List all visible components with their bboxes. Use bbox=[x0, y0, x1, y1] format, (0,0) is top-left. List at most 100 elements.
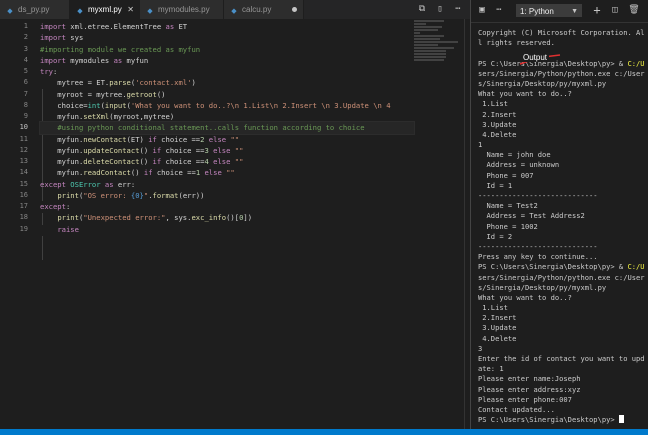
line-number: 19 bbox=[19, 224, 28, 233]
code-line-current: #using python conditional statement..cal… bbox=[39, 121, 415, 135]
terminal-line: What you want to do..? bbox=[478, 292, 572, 302]
terminal-line: PS C:\Users\Sinergia\Desktop\py> bbox=[478, 415, 648, 425]
terminal-line: 2.Insert bbox=[478, 313, 517, 323]
new-terminal-icon[interactable]: + bbox=[591, 4, 603, 16]
terminal-line: 4.Delete bbox=[478, 129, 517, 139]
terminal-panel-header: ▣ ⋯ 1: Python ▼ + ◫ 🗑 bbox=[471, 0, 648, 23]
terminal-line: Please enter name:Joseph bbox=[478, 374, 581, 384]
terminal-line: Phone = 007 bbox=[478, 170, 534, 180]
line-number: 4 bbox=[23, 55, 28, 64]
terminal-line: Id = 1 bbox=[478, 180, 513, 190]
terminal-line: Id = 2 bbox=[478, 231, 513, 241]
code-editor[interactable]: 1 2 3 4 5 6 7 8 9 10 11 12 13 14 15 16 17 18 19 import xml… bbox=[0, 19, 415, 429]
code-line: myfun.newContact(ET) if choice ==2 else … bbox=[40, 134, 240, 144]
line-number: 2 bbox=[23, 33, 28, 42]
tab-label: myxml.py bbox=[88, 5, 122, 14]
tab-ds-py[interactable]: ◆ ds_py.py bbox=[0, 0, 70, 19]
line-number: 6 bbox=[23, 78, 28, 87]
terminal-select-value: 1: Python bbox=[520, 7, 554, 16]
terminal-line: ate: 1 bbox=[478, 364, 504, 374]
panel-layout-icon[interactable]: ▣ bbox=[476, 4, 488, 16]
terminal-output[interactable]: Copyright (C) Microsoft Corporation. Al l… bbox=[478, 28, 648, 425]
code-line: import sys bbox=[40, 33, 84, 43]
terminal-line: Name = Test2 bbox=[478, 201, 538, 211]
terminal-line: Please enter address:xyz bbox=[478, 384, 581, 394]
tab-label: ds_py.py bbox=[18, 5, 50, 14]
line-number: 17 bbox=[19, 202, 28, 210]
terminal-line: s/Sinergia/Desktop/py/myxml.py bbox=[478, 78, 607, 88]
panel-more-icon[interactable]: ⋯ bbox=[493, 4, 505, 16]
terminal-line: 1.List bbox=[478, 99, 508, 109]
code-line: myfun.readContact() if choice ==1 else "… bbox=[40, 168, 235, 178]
python-file-icon: ◆ bbox=[77, 8, 83, 15]
terminal-prompt: PS C:\Users\Sinergia\Desktop\py> bbox=[478, 415, 619, 425]
code-line: print("OS error: {0}".format(err)) bbox=[57, 190, 205, 200]
split-editor-icon[interactable]: ▯ bbox=[434, 3, 446, 15]
indent-guide bbox=[42, 236, 43, 260]
terminal-line: PS C:\Users\Sinergia\Desktop\py> & C:/U bbox=[478, 262, 645, 272]
terminal-line: s/Sinergia/Desktop/py/myxml.py bbox=[478, 282, 607, 292]
terminal-line: 3 bbox=[478, 343, 483, 353]
line-number: 13 bbox=[19, 157, 28, 165]
line-number: 1 bbox=[23, 22, 28, 30]
compare-icon[interactable]: ⧉ bbox=[416, 3, 428, 15]
terminal-line: sers/Sinergia/Python/python.exe c:/User bbox=[478, 272, 645, 282]
line-number: 5 bbox=[23, 67, 28, 75]
code-line: myfun.updateContact() if choice ==3 else… bbox=[40, 145, 244, 155]
terminal-line: Please enter phone:007 bbox=[478, 394, 572, 404]
editor-actions: ⧉ ▯ ⋯ bbox=[414, 0, 470, 19]
terminal-line: Contact updated... bbox=[478, 404, 555, 414]
code-line: print("Unexpected error:", sys.exc_info(… bbox=[57, 213, 253, 223]
tab-calcu-py[interactable]: ◆ calcu.py bbox=[224, 0, 304, 19]
code-line: import mymodules as myfun bbox=[40, 55, 149, 65]
line-number-gutter: 1 2 3 4 5 6 7 8 9 10 11 12 13 14 15 16 17 18 19 bbox=[0, 21, 30, 235]
tab-label: calcu.py bbox=[242, 5, 272, 14]
code-line: try: bbox=[40, 67, 58, 76]
line-number: 7 bbox=[23, 89, 28, 98]
terminal-line: Copyright (C) Microsoft Corporation. Al bbox=[478, 28, 645, 37]
terminal-line: Enter the id of contact you want to upd bbox=[478, 354, 645, 363]
code-line: import xml.etree.ElementTree as ET bbox=[40, 22, 188, 31]
python-file-icon: ◆ bbox=[147, 8, 153, 15]
terminal-line: ---------------------------- bbox=[478, 241, 598, 251]
trash-icon[interactable]: 🗑 bbox=[628, 4, 640, 16]
terminal-line: 2.Insert bbox=[478, 109, 517, 119]
terminal-cursor bbox=[618, 415, 624, 424]
line-number: 9 bbox=[23, 112, 28, 120]
editor-tab-bar: ◆ ds_py.py ◆ myxml.py ✕ ◆ mymodules.py ◆ cal… bbox=[0, 0, 470, 19]
code-line: myfun.setXml(myroot,mytree) bbox=[40, 112, 175, 121]
code-line: raise bbox=[57, 224, 79, 234]
code-line: myroot = mytree.getroot() bbox=[40, 89, 166, 99]
terminal-line: Address = unknown bbox=[478, 160, 560, 170]
terminal-line: l rights reserved. bbox=[478, 38, 555, 48]
terminal-line: PS C:\Users\Sinergia\Desktop\py> & C:/U bbox=[478, 58, 645, 68]
line-number: 16 bbox=[19, 190, 28, 199]
terminal-line: ---------------------------- bbox=[478, 191, 598, 200]
code-line: except: bbox=[40, 202, 71, 211]
code-line: #importing module we created as myfun bbox=[40, 44, 201, 54]
line-number: 18 bbox=[19, 213, 28, 222]
terminal-line: Name = john doe bbox=[478, 150, 551, 160]
code-line: myfun.deleteContact() if choice ==4 else… bbox=[40, 157, 244, 166]
split-terminal-icon[interactable]: ◫ bbox=[609, 4, 621, 16]
code-line: mytree = ET.parse('contact.xml') bbox=[40, 78, 196, 88]
code-line: except OSError as err: bbox=[40, 179, 136, 189]
terminal-line: Address = Test Address2 bbox=[478, 211, 585, 221]
close-tab-icon[interactable]: ✕ bbox=[127, 0, 134, 19]
tab-label: mymodules.py bbox=[158, 5, 210, 14]
terminal-line: Phone = 1002 bbox=[478, 221, 538, 231]
terminal-select-dropdown[interactable]: 1: Python ▼ bbox=[516, 4, 582, 17]
terminal-line: 1.List bbox=[478, 303, 508, 313]
status-bar bbox=[0, 429, 648, 435]
tab-myxml-py[interactable]: ◆ myxml.py ✕ bbox=[70, 0, 140, 19]
minimap[interactable] bbox=[414, 19, 464, 79]
chevron-down-icon: ▼ bbox=[571, 8, 578, 15]
terminal-line: 3.Update bbox=[478, 323, 517, 333]
more-actions-icon[interactable]: ⋯ bbox=[452, 3, 464, 15]
tab-mymodules-py[interactable]: ◆ mymodules.py bbox=[140, 0, 224, 19]
terminal-line: What you want to do..? bbox=[478, 89, 572, 99]
terminal-line: 3.Update bbox=[478, 119, 517, 129]
python-file-icon: ◆ bbox=[231, 8, 237, 15]
code-lines: import xml.etree.ElementTree as ET impor… bbox=[39, 21, 415, 235]
